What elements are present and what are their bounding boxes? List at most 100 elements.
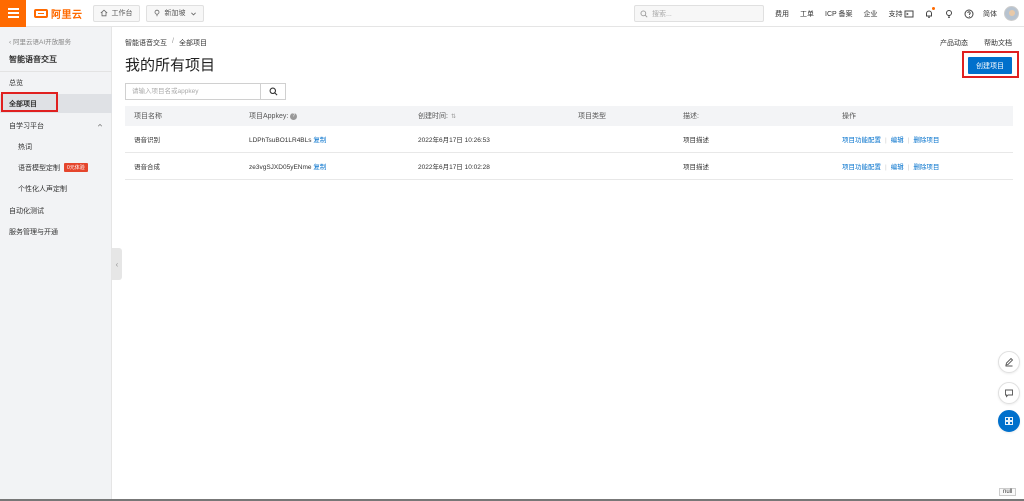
delete-project-link[interactable]: 删除项目 [913, 137, 939, 144]
project-name: 语音合成 [134, 164, 160, 171]
sidebar-item-auto-test[interactable]: 自动化测试 [0, 201, 112, 220]
sidebar-item-model-custom[interactable]: 语音模型定制 0元体验 [0, 158, 112, 177]
project-name: 语音识别 [134, 137, 160, 144]
table-header: 项目名称 项目Appkey:? 创建时间: ⇅ 项目类型 描述: 操作 [125, 106, 1013, 126]
logo[interactable]: 阿里云 [34, 6, 83, 21]
sort-icon[interactable]: ⇅ [451, 113, 456, 120]
support-link[interactable]: 支持 [889, 9, 903, 19]
page-title: 我的所有项目 [125, 57, 216, 74]
appkey-value: ze3vgSJXD05yENme [249, 164, 312, 171]
sidebar-item-overview[interactable]: 总览 [0, 73, 112, 92]
sidebar-item-label: 总览 [9, 79, 23, 87]
top-links: 费用 工单 ICP 备案 企业 支持 [775, 0, 903, 27]
edit-link[interactable]: 编辑 [891, 164, 904, 171]
action-separator: | [907, 137, 910, 144]
search-icon [640, 10, 648, 18]
breadcrumb-item-current: 全部项目 [178, 40, 207, 47]
top-icon-group: 简体 [903, 0, 997, 27]
configure-features-link[interactable]: 项目功能配置 [842, 137, 881, 144]
region-selector[interactable]: 新加坡 [145, 4, 204, 22]
help-docs-link[interactable]: 帮助文档 [984, 38, 1012, 48]
edit-link[interactable]: 编辑 [891, 137, 904, 144]
copy-appkey-link[interactable]: 复制 [313, 137, 326, 144]
help-icon[interactable] [963, 8, 974, 19]
home-icon [100, 9, 107, 17]
delete-project-link[interactable]: 删除项目 [913, 164, 939, 171]
chevron-up-icon [97, 123, 103, 127]
chat-button[interactable] [998, 382, 1020, 404]
terminal-icon[interactable] [903, 8, 914, 19]
enterprise-link[interactable]: 企业 [864, 9, 878, 19]
notification-dot [932, 7, 935, 10]
sidebar-divider [0, 71, 112, 72]
created-time: 2022年6月17日 10:26:53 [418, 137, 490, 144]
project-search-button[interactable] [260, 83, 286, 100]
project-search-input[interactable] [125, 83, 260, 100]
header-created[interactable]: 创建时间: ⇅ [418, 111, 456, 121]
workbench-button[interactable]: 工作台 [92, 4, 140, 22]
sidebar-item-label: 个性化人声定制 [18, 185, 67, 193]
user-avatar[interactable] [1004, 6, 1019, 21]
table-row: 语音识别 LDPhTsuBO1LR4BLs 复制 2022年6月17日 10:2… [125, 126, 1013, 153]
sidebar-item-label: 服务管理与开通 [9, 228, 58, 236]
back-link-label: 阿里云语AI开放服务 [12, 39, 72, 46]
sidebar-item-hotwords[interactable]: 热词 [0, 137, 112, 156]
billing-link[interactable]: 费用 [775, 9, 789, 19]
workbench-label: 工作台 [111, 10, 133, 17]
sidebar-item-label: 自学习平台 [9, 122, 44, 130]
page-links: 产品动态 帮助文档 [940, 38, 1012, 48]
row-actions: 项目功能配置 | 编辑 | 删除项目 [842, 161, 939, 171]
apps-button[interactable] [998, 410, 1020, 432]
header-appkey-label: 项目Appkey: [249, 113, 289, 120]
sidebar-item-label: 自动化测试 [9, 207, 44, 215]
project-appkey: ze3vgSJXD05yENme 复制 [249, 161, 326, 171]
back-link[interactable]: ‹ 阿里云语AI开放服务 [9, 36, 71, 46]
logo-text: 阿里云 [51, 9, 83, 21]
breadcrumb-item-root[interactable]: 智能语音交互 [125, 38, 167, 48]
sidebar-item-self-learning[interactable]: 自学习平台 [0, 116, 112, 135]
global-search-placeholder: 搜索... [652, 10, 672, 18]
row-actions: 项目功能配置 | 编辑 | 删除项目 [842, 134, 939, 144]
copy-appkey-link[interactable]: 复制 [313, 164, 326, 171]
search-icon [269, 87, 277, 96]
sidebar-collapse-handle[interactable]: ‹ [112, 248, 122, 280]
project-description: 项目描述 [683, 137, 709, 144]
location-icon [154, 9, 159, 17]
projects-table: 项目名称 项目Appkey:? 创建时间: ⇅ 项目类型 描述: 操作 语音识别 … [125, 106, 1013, 180]
breadcrumb-separator: / [172, 38, 174, 45]
project-description: 项目描述 [683, 164, 709, 171]
pencil-icon [1005, 357, 1014, 367]
project-search [125, 83, 286, 100]
header-created-label: 创建时间: [418, 113, 448, 120]
highlight-box-all-projects [1, 92, 58, 112]
sidebar-item-voice-custom[interactable]: 个性化人声定制 [0, 179, 112, 198]
message-icon [1005, 389, 1013, 398]
configure-features-link[interactable]: 项目功能配置 [842, 164, 881, 171]
chevron-left-icon: ‹ [115, 259, 119, 269]
bell-icon[interactable] [923, 7, 935, 19]
feedback-edit-button[interactable] [998, 351, 1020, 373]
free-trial-badge: 0元体验 [64, 163, 88, 172]
aliyun-logo-icon [34, 8, 48, 18]
region-label: 新加坡 [164, 10, 186, 17]
ticket-link[interactable]: 工单 [800, 9, 814, 19]
null-label: null [999, 488, 1017, 496]
product-news-link[interactable]: 产品动态 [940, 38, 968, 48]
sidebar-item-service-management[interactable]: 服务管理与开通 [0, 222, 112, 241]
lightbulb-icon[interactable] [943, 8, 954, 19]
table-row: 语音合成 ze3vgSJXD05yENme 复制 2022年6月17日 10:0… [125, 153, 1013, 180]
icp-link[interactable]: ICP 备案 [825, 9, 853, 19]
help-circle-icon[interactable]: ? [290, 112, 298, 120]
sidebar-title: 智能语音交互 [9, 55, 57, 64]
created-time: 2022年6月17日 10:02:28 [418, 164, 490, 171]
header-description: 描述: [683, 113, 699, 120]
hamburger-menu-button[interactable] [0, 0, 26, 27]
appkey-value: LDPhTsuBO1LR4BLs [249, 137, 312, 144]
project-appkey: LDPhTsuBO1LR4BLs 复制 [249, 134, 326, 144]
global-search-input[interactable]: 搜索... [634, 5, 764, 22]
header-actions: 操作 [842, 113, 856, 120]
action-separator: | [907, 164, 910, 171]
action-separator: | [885, 164, 887, 171]
sidebar-item-label: 热词 [18, 143, 32, 151]
language-switcher[interactable]: 简体 [983, 9, 997, 19]
